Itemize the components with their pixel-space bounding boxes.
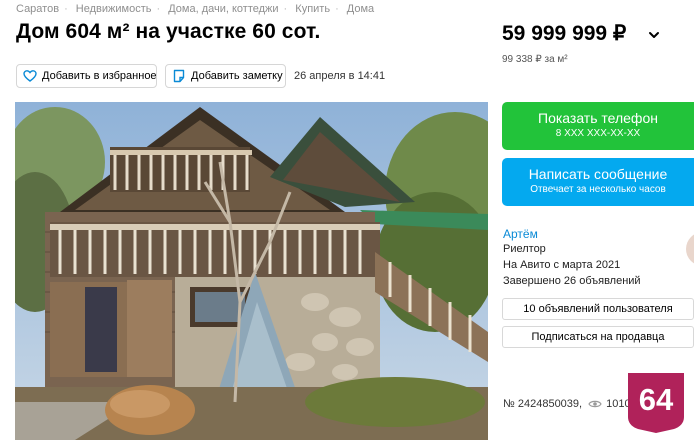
write-message-label: Написать сообщение	[528, 166, 668, 182]
listing-photo[interactable]	[15, 102, 488, 440]
seller-since: На Авито с марта 2021	[503, 259, 621, 271]
publication-date: 26 апреля в 14:41	[294, 70, 386, 82]
show-phone-button[interactable]: Показать телефон 8 XXX XXX-XX-XX	[502, 102, 694, 150]
breadcrumb-separator: ·	[64, 3, 68, 15]
user-ads-button[interactable]: 10 объявлений пользователя	[502, 298, 694, 320]
add-to-favorites-button[interactable]: Добавить в избранное	[16, 64, 157, 88]
subscribe-seller-button[interactable]: Подписаться на продавца	[502, 326, 694, 348]
breadcrumb-separator: ·	[283, 3, 288, 15]
add-to-favorites-label: Добавить в избранное	[42, 70, 157, 82]
listing-page: Саратов · Недвижимость · Дома, дачи, котте…	[0, 0, 694, 440]
breadcrumb: Саратов · Недвижимость · Дома, дачи, котте…	[16, 3, 374, 15]
note-icon	[172, 69, 186, 83]
eye-icon	[588, 399, 602, 409]
breadcrumb-item-type[interactable]: Дома	[347, 3, 374, 15]
breadcrumb-item-buy[interactable]: Купить	[295, 3, 330, 15]
chevron-down-icon[interactable]	[647, 28, 661, 42]
seller-name-link[interactable]: Артём	[503, 227, 538, 241]
add-note-label: Добавить заметку	[191, 70, 283, 82]
page-title: Дом 604 м² на участке 60 сот.	[16, 20, 321, 43]
breadcrumb-item-realty[interactable]: Недвижимость	[76, 3, 152, 15]
seller-role: Риелтор	[503, 243, 546, 255]
price: 59 999 999 ₽	[502, 22, 627, 45]
listing-meta: № 2424850039, 1010	[503, 398, 631, 410]
write-message-button[interactable]: Написать сообщение Отвечает за несколько…	[502, 158, 694, 206]
price-per-square-meter: 99 338 ₽ за м²	[502, 54, 568, 65]
site-logo-number: 64	[638, 382, 674, 417]
avatar[interactable]	[686, 232, 694, 266]
breadcrumb-separator: ·	[156, 3, 161, 15]
house-photo-image	[15, 102, 488, 440]
add-note-button[interactable]: Добавить заметку	[165, 64, 286, 88]
breadcrumb-item-city[interactable]: Саратов	[16, 3, 59, 15]
heart-icon	[23, 69, 37, 83]
listing-id: № 2424850039,	[503, 398, 583, 410]
response-time-note: Отвечает за несколько часов	[530, 184, 666, 195]
breadcrumb-item-houses[interactable]: Дома, дачи, коттеджи	[168, 3, 278, 15]
phone-masked: 8 XXX XXX-XX-XX	[555, 128, 641, 139]
show-phone-label: Показать телефон	[538, 110, 658, 126]
seller-completed-ads: Завершено 26 объявлений	[503, 275, 641, 287]
breadcrumb-separator: ·	[335, 3, 339, 15]
